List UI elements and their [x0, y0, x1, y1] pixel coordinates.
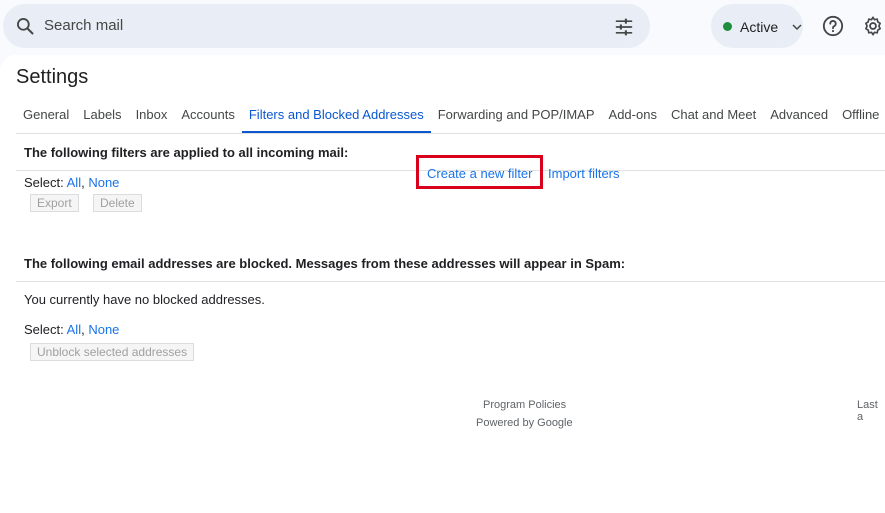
tab-addons[interactable]: Add-ons — [602, 107, 664, 134]
tab-general[interactable]: General — [16, 107, 76, 134]
delete-button[interactable]: Delete — [93, 194, 142, 212]
select-none-link[interactable]: None — [88, 175, 119, 190]
select-none-link[interactable]: None — [88, 322, 119, 337]
blocked-heading: The following email addresses are blocke… — [24, 256, 626, 271]
tabs-divider — [16, 133, 885, 134]
blocked-select: Select: All, None — [24, 322, 119, 337]
unblock-button[interactable]: Unblock selected addresses — [30, 343, 195, 361]
page-title: Settings — [16, 66, 89, 88]
search-icon[interactable] — [15, 16, 35, 36]
last-activity-text: Last a — [857, 399, 878, 423]
export-button[interactable]: Export — [30, 194, 79, 212]
tab-chat-meet[interactable]: Chat and Meet — [664, 107, 763, 134]
chevron-down-icon — [792, 24, 802, 31]
tab-offline[interactable]: Offline — [835, 107, 885, 134]
tab-forwarding[interactable]: Forwarding and POP/IMAP — [431, 107, 602, 134]
import-filters-link[interactable]: Import filters — [548, 166, 620, 181]
create-filter-link[interactable]: Create a new filter — [427, 166, 533, 181]
filters-select: Select: All, None — [24, 175, 119, 190]
settings-panel: Settings General Labels Inbox Accounts Filte… — [0, 55, 885, 513]
gear-icon[interactable] — [862, 15, 884, 37]
tab-labels[interactable]: Labels — [76, 107, 128, 134]
tab-inbox[interactable]: Inbox — [129, 107, 175, 134]
settings-tabs: General Labels Inbox Accounts Filters and Bl… — [16, 107, 885, 134]
select-label: Select: — [24, 175, 67, 190]
status-button[interactable]: Active — [711, 4, 803, 48]
select-label: Select: — [24, 322, 67, 337]
blocked-empty-text: You currently have no blocked addresses. — [24, 292, 265, 307]
select-all-link[interactable]: All — [67, 322, 81, 337]
help-icon[interactable] — [822, 15, 844, 37]
status-dot — [723, 22, 732, 31]
filters-heading: The following filters are applied to all… — [24, 145, 349, 160]
status-label: Active — [740, 19, 779, 35]
search-input[interactable]: Search mail — [44, 17, 123, 34]
program-policies-link[interactable]: Program Policies — [483, 399, 566, 411]
divider — [16, 281, 885, 282]
tune-icon[interactable] — [614, 17, 634, 37]
search-bar[interactable]: Search mail — [3, 4, 650, 48]
tab-advanced[interactable]: Advanced — [763, 107, 835, 134]
tab-accounts[interactable]: Accounts — [174, 107, 241, 134]
select-all-link[interactable]: All — [67, 175, 81, 190]
tab-filters[interactable]: Filters and Blocked Addresses — [241, 107, 431, 134]
powered-by-text: Powered by Google — [476, 417, 573, 429]
